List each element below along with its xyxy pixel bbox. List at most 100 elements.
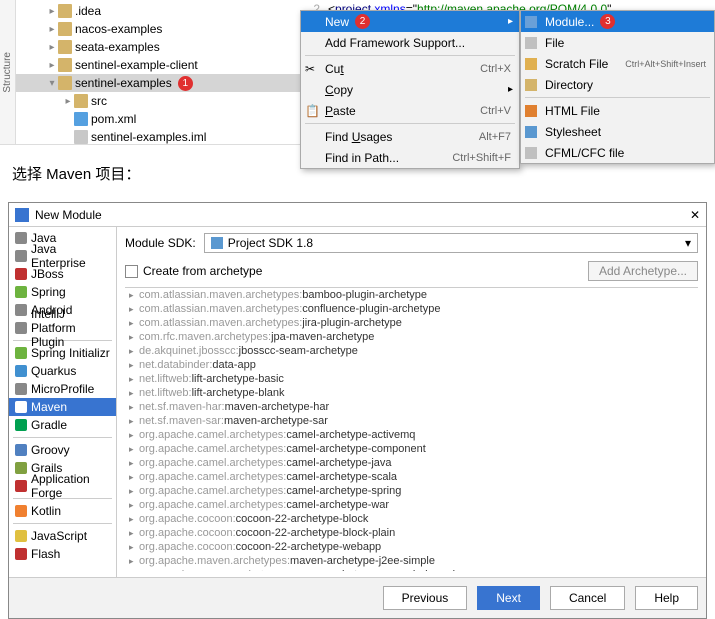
- context-menu-item[interactable]: New2▸: [301, 11, 519, 32]
- archetype-item[interactable]: ▸net.sf.maven-har:maven-archetype-har: [125, 400, 698, 414]
- sidebar-item[interactable]: IntelliJ Platform Plugin: [9, 319, 116, 337]
- next-button[interactable]: Next: [477, 586, 540, 610]
- expand-icon[interactable]: ▸: [129, 318, 139, 329]
- archetype-item[interactable]: ▸org.apache.camel.archetypes:camel-arche…: [125, 442, 698, 456]
- menu-label: Find Usages: [325, 130, 392, 144]
- tree-item[interactable]: ▸.idea: [16, 2, 300, 20]
- expand-icon[interactable]: ▸: [129, 486, 139, 497]
- archetype-item[interactable]: ▸org.apache.camel.archetypes:camel-arche…: [125, 428, 698, 442]
- context-menu-item[interactable]: Find in Path...Ctrl+Shift+F: [301, 147, 519, 168]
- tree-item[interactable]: pom.xml: [16, 110, 300, 128]
- expand-icon[interactable]: ▸: [129, 402, 139, 413]
- expand-icon[interactable]: ▸: [129, 570, 139, 572]
- tree-item[interactable]: ▸nacos-examples: [16, 20, 300, 38]
- expand-icon[interactable]: ▸: [129, 304, 139, 315]
- context-menu-item[interactable]: 📋PasteCtrl+V: [301, 100, 519, 121]
- sidebar-item[interactable]: Flash: [9, 545, 116, 563]
- expand-icon[interactable]: ▾: [46, 78, 58, 89]
- sidebar-item[interactable]: Java Enterprise: [9, 247, 116, 265]
- structure-tab[interactable]: Structure: [0, 0, 16, 144]
- tree-item[interactable]: ▸src: [16, 92, 300, 110]
- submenu-item[interactable]: Directory: [521, 74, 714, 95]
- tree-item[interactable]: ▾sentinel-examples1: [16, 74, 300, 92]
- archetype-item[interactable]: ▸de.akquinet.jbosscc:jbosscc-seam-archet…: [125, 344, 698, 358]
- archetype-item[interactable]: ▸com.atlassian.maven.archetypes:confluen…: [125, 302, 698, 316]
- expand-icon[interactable]: ▸: [129, 346, 139, 357]
- submenu-label: Directory: [545, 78, 593, 92]
- sidebar-item[interactable]: Application Forge: [9, 477, 116, 495]
- context-menu-item[interactable]: Add Framework Support...: [301, 32, 519, 53]
- archetype-item[interactable]: ▸com.atlassian.maven.archetypes:jira-plu…: [125, 316, 698, 330]
- expand-icon[interactable]: ▸: [129, 542, 139, 553]
- archetype-item[interactable]: ▸org.apache.camel.archetypes:camel-arche…: [125, 456, 698, 470]
- expand-icon[interactable]: ▸: [46, 60, 58, 71]
- module-type-sidebar[interactable]: JavaJava EnterpriseJBossSpringAndroidInt…: [9, 227, 117, 577]
- context-menu-item[interactable]: Copy▸: [301, 79, 519, 100]
- expand-icon[interactable]: ▸: [129, 528, 139, 539]
- submenu-item[interactable]: File: [521, 32, 714, 53]
- archetype-item[interactable]: ▸org.apache.camel.archetypes:camel-arche…: [125, 470, 698, 484]
- submenu-item[interactable]: CFML/CFC file: [521, 142, 714, 163]
- archetype-item[interactable]: ▸org.apache.camel.archetypes:camel-arche…: [125, 484, 698, 498]
- archetype-item[interactable]: ▸net.sf.maven-sar:maven-archetype-sar: [125, 414, 698, 428]
- sidebar-item[interactable]: Spring: [9, 283, 116, 301]
- tree-item[interactable]: ▸sentinel-example-client: [16, 56, 300, 74]
- expand-icon[interactable]: ▸: [129, 556, 139, 567]
- sidebar-item[interactable]: Spring Initializr: [9, 344, 116, 362]
- submenu-item[interactable]: Stylesheet: [521, 121, 714, 142]
- archetype-item[interactable]: ▸org.apache.cocoon:cocoon-22-archetype-w…: [125, 540, 698, 554]
- help-button[interactable]: Help: [635, 586, 698, 610]
- project-tree[interactable]: ▸.idea▸nacos-examples▸seata-examples▸sen…: [16, 0, 300, 144]
- dialog-titlebar[interactable]: New Module ✕: [9, 203, 706, 227]
- submenu-item[interactable]: Module...3: [521, 11, 714, 32]
- editor[interactable]: 2 <project xmlns="http://maven.apache.or…: [300, 0, 715, 144]
- add-archetype-button[interactable]: Add Archetype...: [588, 261, 698, 281]
- archetype-package: org.apache.camel.archetypes:: [139, 485, 286, 497]
- archetype-item[interactable]: ▸com.rfc.maven.archetypes:jpa-maven-arch…: [125, 330, 698, 344]
- sidebar-item[interactable]: Groovy: [9, 441, 116, 459]
- submenu-item[interactable]: Scratch FileCtrl+Alt+Shift+Insert: [521, 53, 714, 74]
- tree-item[interactable]: ▸seata-examples: [16, 38, 300, 56]
- expand-icon[interactable]: ▸: [129, 472, 139, 483]
- context-menu-item[interactable]: Find UsagesAlt+F7: [301, 126, 519, 147]
- expand-icon[interactable]: ▸: [129, 416, 139, 427]
- context-menu-item[interactable]: ✂CutCtrl+X: [301, 58, 519, 79]
- tree-item[interactable]: sentinel-examples.iml: [16, 128, 300, 144]
- archetype-item[interactable]: ▸org.apache.cocoon:cocoon-22-archetype-b…: [125, 526, 698, 540]
- archetype-item[interactable]: ▸net.liftweb:lift-archetype-basic: [125, 372, 698, 386]
- expand-icon[interactable]: ▸: [46, 6, 58, 17]
- expand-icon[interactable]: ▸: [129, 360, 139, 371]
- sidebar-item[interactable]: MicroProfile: [9, 380, 116, 398]
- sidebar-item[interactable]: Kotlin: [9, 502, 116, 520]
- expand-icon[interactable]: ▸: [129, 444, 139, 455]
- sidebar-item[interactable]: Quarkus: [9, 362, 116, 380]
- archetype-list[interactable]: ▸com.atlassian.maven.archetypes:bamboo-p…: [125, 287, 698, 571]
- sdk-select[interactable]: Project SDK 1.8 ▾: [204, 233, 698, 253]
- cancel-button[interactable]: Cancel: [550, 586, 625, 610]
- expand-icon[interactable]: ▸: [129, 500, 139, 511]
- archetype-item[interactable]: ▸com.atlassian.maven.archetypes:bamboo-p…: [125, 288, 698, 302]
- archetype-item[interactable]: ▸net.liftweb:lift-archetype-blank: [125, 386, 698, 400]
- expand-icon[interactable]: ▸: [62, 96, 74, 107]
- expand-icon[interactable]: ▸: [129, 458, 139, 469]
- expand-icon[interactable]: ▸: [129, 332, 139, 343]
- expand-icon[interactable]: ▸: [129, 430, 139, 441]
- expand-icon[interactable]: ▸: [129, 290, 139, 301]
- expand-icon[interactable]: ▸: [129, 374, 139, 385]
- create-from-archetype-checkbox[interactable]: [125, 265, 138, 278]
- archetype-item[interactable]: ▸net.databinder:data-app: [125, 358, 698, 372]
- expand-icon[interactable]: ▸: [46, 24, 58, 35]
- archetype-item[interactable]: ▸org.apache.cocoon:cocoon-22-archetype-b…: [125, 512, 698, 526]
- expand-icon[interactable]: ▸: [129, 388, 139, 399]
- expand-icon[interactable]: ▸: [129, 514, 139, 525]
- submenu-item[interactable]: HTML File: [521, 100, 714, 121]
- sidebar-item[interactable]: JavaScript: [9, 527, 116, 545]
- sidebar-item[interactable]: Maven: [9, 398, 116, 416]
- archetype-item[interactable]: ▸org.apache.maven.archetypes:maven-arche…: [125, 568, 698, 571]
- archetype-item[interactable]: ▸org.apache.camel.archetypes:camel-arche…: [125, 498, 698, 512]
- sidebar-item[interactable]: Gradle: [9, 416, 116, 434]
- archetype-item[interactable]: ▸org.apache.maven.archetypes:maven-arche…: [125, 554, 698, 568]
- expand-icon[interactable]: ▸: [46, 42, 58, 53]
- previous-button[interactable]: Previous: [383, 586, 468, 610]
- close-icon[interactable]: ✕: [690, 208, 700, 222]
